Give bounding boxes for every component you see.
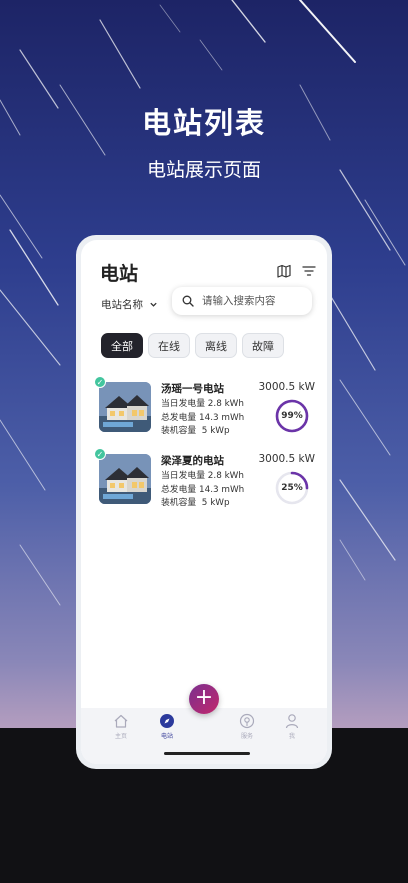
nav-item-station[interactable]: 电站 [152,713,182,740]
service-icon [239,713,255,729]
daily-label: 当日发电量 [161,471,205,481]
online-check-icon: ✓ [94,376,106,388]
house-image [99,382,151,432]
station-power: 3000.5 kW [258,381,315,393]
tab-offline[interactable]: 离线 [195,333,237,358]
installed-capacity: 装机容量 5 kWp [161,495,230,508]
installed-capacity: 装机容量 5 kWp [161,423,230,436]
compass-icon [160,714,174,728]
nav-label: 主页 [114,733,127,740]
daily-value: 2.8 kWh [207,399,244,409]
app-screen: 电站 电站名称 全部 在线 离线 故障 ✓ [81,240,327,764]
capacity-label: 装机容量 [161,426,197,436]
station-name: 梁泽夏的电站 [161,455,224,467]
total-label: 总发电量 [161,413,197,423]
hero-subtitle: 电站展示页面 [146,159,261,181]
station-name-dropdown[interactable]: 电站名称 [101,297,158,312]
home-indicator [164,752,250,755]
nav-item-me[interactable]: 我 [277,713,307,740]
house-image [99,454,151,504]
capacity-value: 5 kWp [201,498,230,508]
page-title: 电站 [100,263,139,285]
station-power: 3000.5 kW [258,453,315,465]
phone-frame: 电站 电站名称 全部 在线 离线 故障 ✓ [76,235,332,769]
online-check-icon: ✓ [94,448,106,460]
capacity-value: 5 kWp [201,426,230,436]
nav-label: 我 [288,733,295,740]
station-thumbnail [99,382,151,432]
total-value: 14.3 mWh [199,485,245,495]
home-icon [114,714,128,728]
search-icon [182,295,194,307]
map-icon[interactable] [277,264,291,278]
tab-fault[interactable]: 故障 [242,333,284,358]
daily-value: 2.8 kWh [207,471,244,481]
total-value: 14.3 mWh [199,413,245,423]
station-card[interactable]: ✓ 汤瑶一号电站 当日发电量 2.8 kWh 总发电量 14.3 mWh 装机容… [94,376,315,439]
capacity-label: 装机容量 [161,498,197,508]
nav-item-home[interactable]: 主页 [106,713,136,740]
search-input[interactable] [202,295,302,307]
station-card[interactable]: ✓ 梁泽夏的电站 当日发电量 2.8 kWh 总发电量 14.3 mWh 装机容… [94,448,315,511]
total-generation: 总发电量 14.3 mWh [161,482,244,495]
nav-item-service[interactable]: 服务 [232,713,262,740]
total-generation: 总发电量 14.3 mWh [161,410,244,423]
tab-all[interactable]: 全部 [101,333,143,358]
user-icon [285,714,299,729]
dropdown-label: 电站名称 [101,299,143,311]
nav-label: 服务 [240,733,253,740]
filter-icon[interactable] [302,264,316,278]
search-box[interactable] [172,287,312,315]
nav-label: 电站 [160,733,173,740]
station-name: 汤瑶一号电站 [161,383,224,395]
top-bar: 电站 [81,240,327,288]
tab-online[interactable]: 在线 [148,333,190,358]
add-station-button[interactable]: + [189,684,219,714]
hero-title: 电站列表 [141,106,266,140]
chevron-down-icon [150,302,157,307]
station-thumbnail [99,454,151,504]
daily-generation: 当日发电量 2.8 kWh [161,468,244,481]
daily-label: 当日发电量 [161,399,205,409]
progress-percent: 99% [281,411,303,421]
progress-percent: 25% [281,483,303,493]
daily-generation: 当日发电量 2.8 kWh [161,396,244,409]
status-tabs: 全部 在线 离线 故障 [101,333,284,358]
total-label: 总发电量 [161,485,197,495]
